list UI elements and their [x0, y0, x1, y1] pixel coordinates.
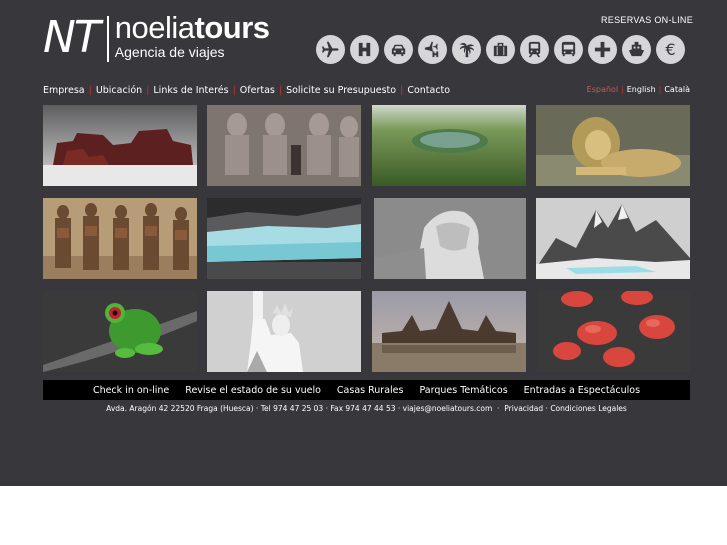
logo-tagline: Agencia de viajes	[114, 44, 225, 60]
nav-item-ubicacion[interactable]: Ubicación	[96, 85, 142, 96]
nav-separator: |	[278, 85, 283, 96]
svg-text:€: €	[665, 40, 675, 59]
check-in-online-link[interactable]: Check in on-line	[93, 385, 169, 396]
medical-cross-icon[interactable]	[588, 35, 617, 64]
gallery-tile-lion[interactable]	[536, 105, 690, 186]
lang-separator: |	[621, 85, 624, 94]
car-icon[interactable]	[384, 35, 413, 64]
footer-separator: ·	[497, 404, 500, 413]
hotel-icon[interactable]	[350, 35, 379, 64]
footer: Avda. Aragón 42 22520 Fraga (Huesca) · T…	[43, 404, 690, 413]
gallery-tile-christ-statue[interactable]	[374, 198, 526, 279]
gallery-tile-frog[interactable]	[43, 291, 197, 372]
suitcase-icon[interactable]	[486, 35, 515, 64]
lang-english[interactable]: English	[627, 85, 656, 94]
gallery-tile-tribal-people[interactable]	[43, 198, 197, 279]
casas-rurales-link[interactable]: Casas Rurales	[337, 385, 404, 396]
palm-tree-icon[interactable]	[452, 35, 481, 64]
nav-separator: |	[88, 85, 92, 96]
footer-address: Avda. Aragón 42 22520 Fraga (Huesca) · T…	[106, 404, 493, 413]
nav-separator: |	[232, 85, 236, 96]
language-switcher: Español | English | Català	[587, 85, 690, 94]
gallery-tile-mountains[interactable]	[536, 198, 690, 279]
logo-divider	[106, 16, 109, 62]
gallery-tile-red-rock[interactable]	[43, 105, 197, 186]
nav-item-empresa[interactable]: Empresa	[43, 85, 85, 96]
nav-item-links[interactable]: Links de Interés	[153, 85, 228, 96]
nav-separator: |	[400, 85, 404, 96]
entradas-espectaculos-link[interactable]: Entradas a Espectáculos	[524, 385, 640, 396]
nav-separator: |	[146, 85, 150, 96]
logo-brand: noeliatours	[114, 10, 271, 45]
plane-hotel-icon[interactable]	[418, 35, 447, 64]
lang-separator: |	[658, 85, 662, 94]
parques-tematicos-link[interactable]: Parques Temáticos	[419, 385, 507, 396]
nav-item-contacto[interactable]: Contacto	[407, 85, 450, 96]
nav-item-ofertas[interactable]: Ofertas	[240, 85, 275, 96]
ship-icon[interactable]	[622, 35, 651, 64]
lang-catala[interactable]: Català	[664, 85, 690, 94]
gallery-tile-statue-of-liberty[interactable]	[207, 291, 361, 372]
legal-conditions-link[interactable]: Condiciones Legales	[550, 404, 627, 413]
booking-icons: €	[316, 35, 690, 64]
euro-icon[interactable]: €	[656, 35, 685, 64]
privacy-link[interactable]: Privacidad	[504, 404, 543, 413]
logo-text: noeliatours Agencia de viajes	[114, 10, 271, 61]
logo-monogram: NT	[43, 12, 101, 63]
gallery-tile-abu-simbel[interactable]	[207, 105, 361, 186]
reservas-online-label: RESERVAS ON-LINE	[601, 15, 693, 25]
train-icon[interactable]	[520, 35, 549, 64]
logo-brand-bold: tours	[194, 10, 271, 45]
nav-item-presupuesto[interactable]: Solicite su Presupuesto	[286, 85, 396, 96]
quick-links-bar: Check in on-line Revise el estado de su …	[43, 380, 690, 400]
footer-separator: ·	[545, 404, 548, 413]
gallery-tile-green-crater[interactable]	[372, 105, 526, 186]
page-background: NT noeliatours Agencia de viajes RESERVA…	[0, 0, 727, 486]
bus-icon[interactable]	[554, 35, 583, 64]
lang-espanol[interactable]: Español	[587, 85, 618, 94]
logo[interactable]: NT noeliatours Agencia de viajes	[43, 10, 271, 65]
gallery-tile-glacier[interactable]	[207, 198, 361, 279]
logo-brand-light: noelia	[114, 10, 195, 45]
main-nav: Empresa | Ubicación | Links de Interés | Ofert…	[43, 85, 450, 96]
flight-status-link[interactable]: Revise el estado de su vuelo	[185, 385, 321, 396]
gallery-tile-chinese-lanterns[interactable]	[537, 291, 690, 372]
gallery-tile-angkor-wat[interactable]	[372, 291, 526, 372]
plane-icon[interactable]	[316, 35, 345, 64]
